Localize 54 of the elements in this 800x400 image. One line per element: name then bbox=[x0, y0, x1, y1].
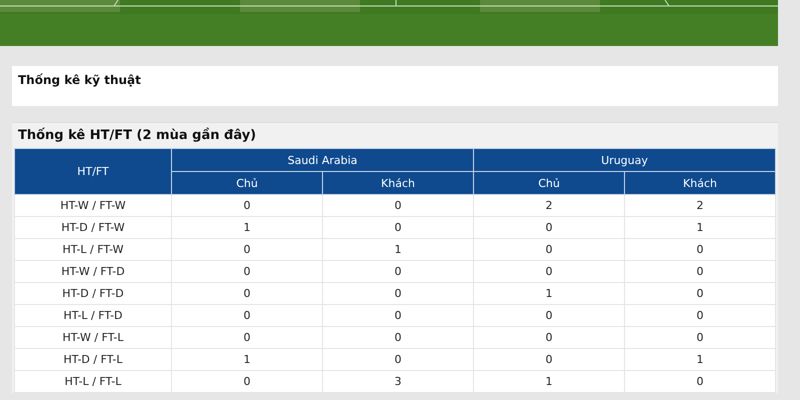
table-cell: 1 bbox=[172, 348, 322, 370]
table-cell: 0 bbox=[624, 260, 776, 282]
table-cell: 1 bbox=[474, 370, 624, 392]
table-cell: 0 bbox=[172, 370, 322, 392]
table-cell: 0 bbox=[322, 216, 474, 238]
table-cell: 0 bbox=[172, 194, 322, 216]
table-cell: 0 bbox=[624, 370, 776, 392]
table-cell: 0 bbox=[624, 326, 776, 348]
team-header: Saudi Arabia bbox=[172, 148, 474, 172]
table-cell: HT-L / FT-W bbox=[14, 238, 172, 260]
table-cell: 2 bbox=[474, 194, 624, 216]
table-cell: 0 bbox=[322, 348, 474, 370]
table-cell: 0 bbox=[474, 304, 624, 326]
column-header: Khách bbox=[322, 172, 474, 194]
column-header: HT/FT bbox=[14, 148, 172, 194]
column-header: Khách bbox=[624, 172, 776, 194]
table-cell: 0 bbox=[322, 282, 474, 304]
table-cell: 0 bbox=[322, 260, 474, 282]
table-cell: HT-L / FT-D bbox=[14, 304, 172, 326]
table-cell: 2 bbox=[624, 194, 776, 216]
table-cell: 0 bbox=[322, 326, 474, 348]
column-header: Chủ bbox=[474, 172, 624, 194]
table-cell: HT-D / FT-L bbox=[14, 348, 172, 370]
table-cell: 0 bbox=[172, 282, 322, 304]
table-cell: 1 bbox=[624, 216, 776, 238]
table-cell: 0 bbox=[322, 304, 474, 326]
table-cell: HT-W / FT-L bbox=[14, 326, 172, 348]
table-cell: 0 bbox=[172, 260, 322, 282]
table-cell: 0 bbox=[474, 348, 624, 370]
table-cell: HT-W / FT-W bbox=[14, 194, 172, 216]
column-header: Chủ bbox=[172, 172, 322, 194]
table-cell: 1 bbox=[474, 282, 624, 304]
table-cell: HT-D / FT-D bbox=[14, 282, 172, 304]
table-cell: 0 bbox=[624, 304, 776, 326]
table-cell: 0 bbox=[172, 304, 322, 326]
table-cell: 0 bbox=[172, 238, 322, 260]
table-cell: HT-W / FT-D bbox=[14, 260, 172, 282]
table-cell: 1 bbox=[624, 348, 776, 370]
table-cell: 0 bbox=[624, 282, 776, 304]
table-cell: 3 bbox=[322, 370, 474, 392]
table-cell: 0 bbox=[474, 260, 624, 282]
table-cell: 0 bbox=[624, 238, 776, 260]
table-cell: 0 bbox=[474, 326, 624, 348]
table-cell: 0 bbox=[474, 216, 624, 238]
table-cell: HT-D / FT-W bbox=[14, 216, 172, 238]
section-title: Thống kê kỹ thuật bbox=[18, 73, 142, 87]
table-cell: 1 bbox=[322, 238, 474, 260]
table-cell: 0 bbox=[172, 326, 322, 348]
team-header: Uruguay bbox=[474, 148, 776, 172]
table-cell: HT-L / FT-L bbox=[14, 370, 172, 392]
table-cell: 0 bbox=[474, 238, 624, 260]
table-cell: 1 bbox=[172, 216, 322, 238]
table-cell: 0 bbox=[322, 194, 474, 216]
section-title: Thống kê HT/FT (2 mùa gần đây) bbox=[17, 128, 258, 145]
